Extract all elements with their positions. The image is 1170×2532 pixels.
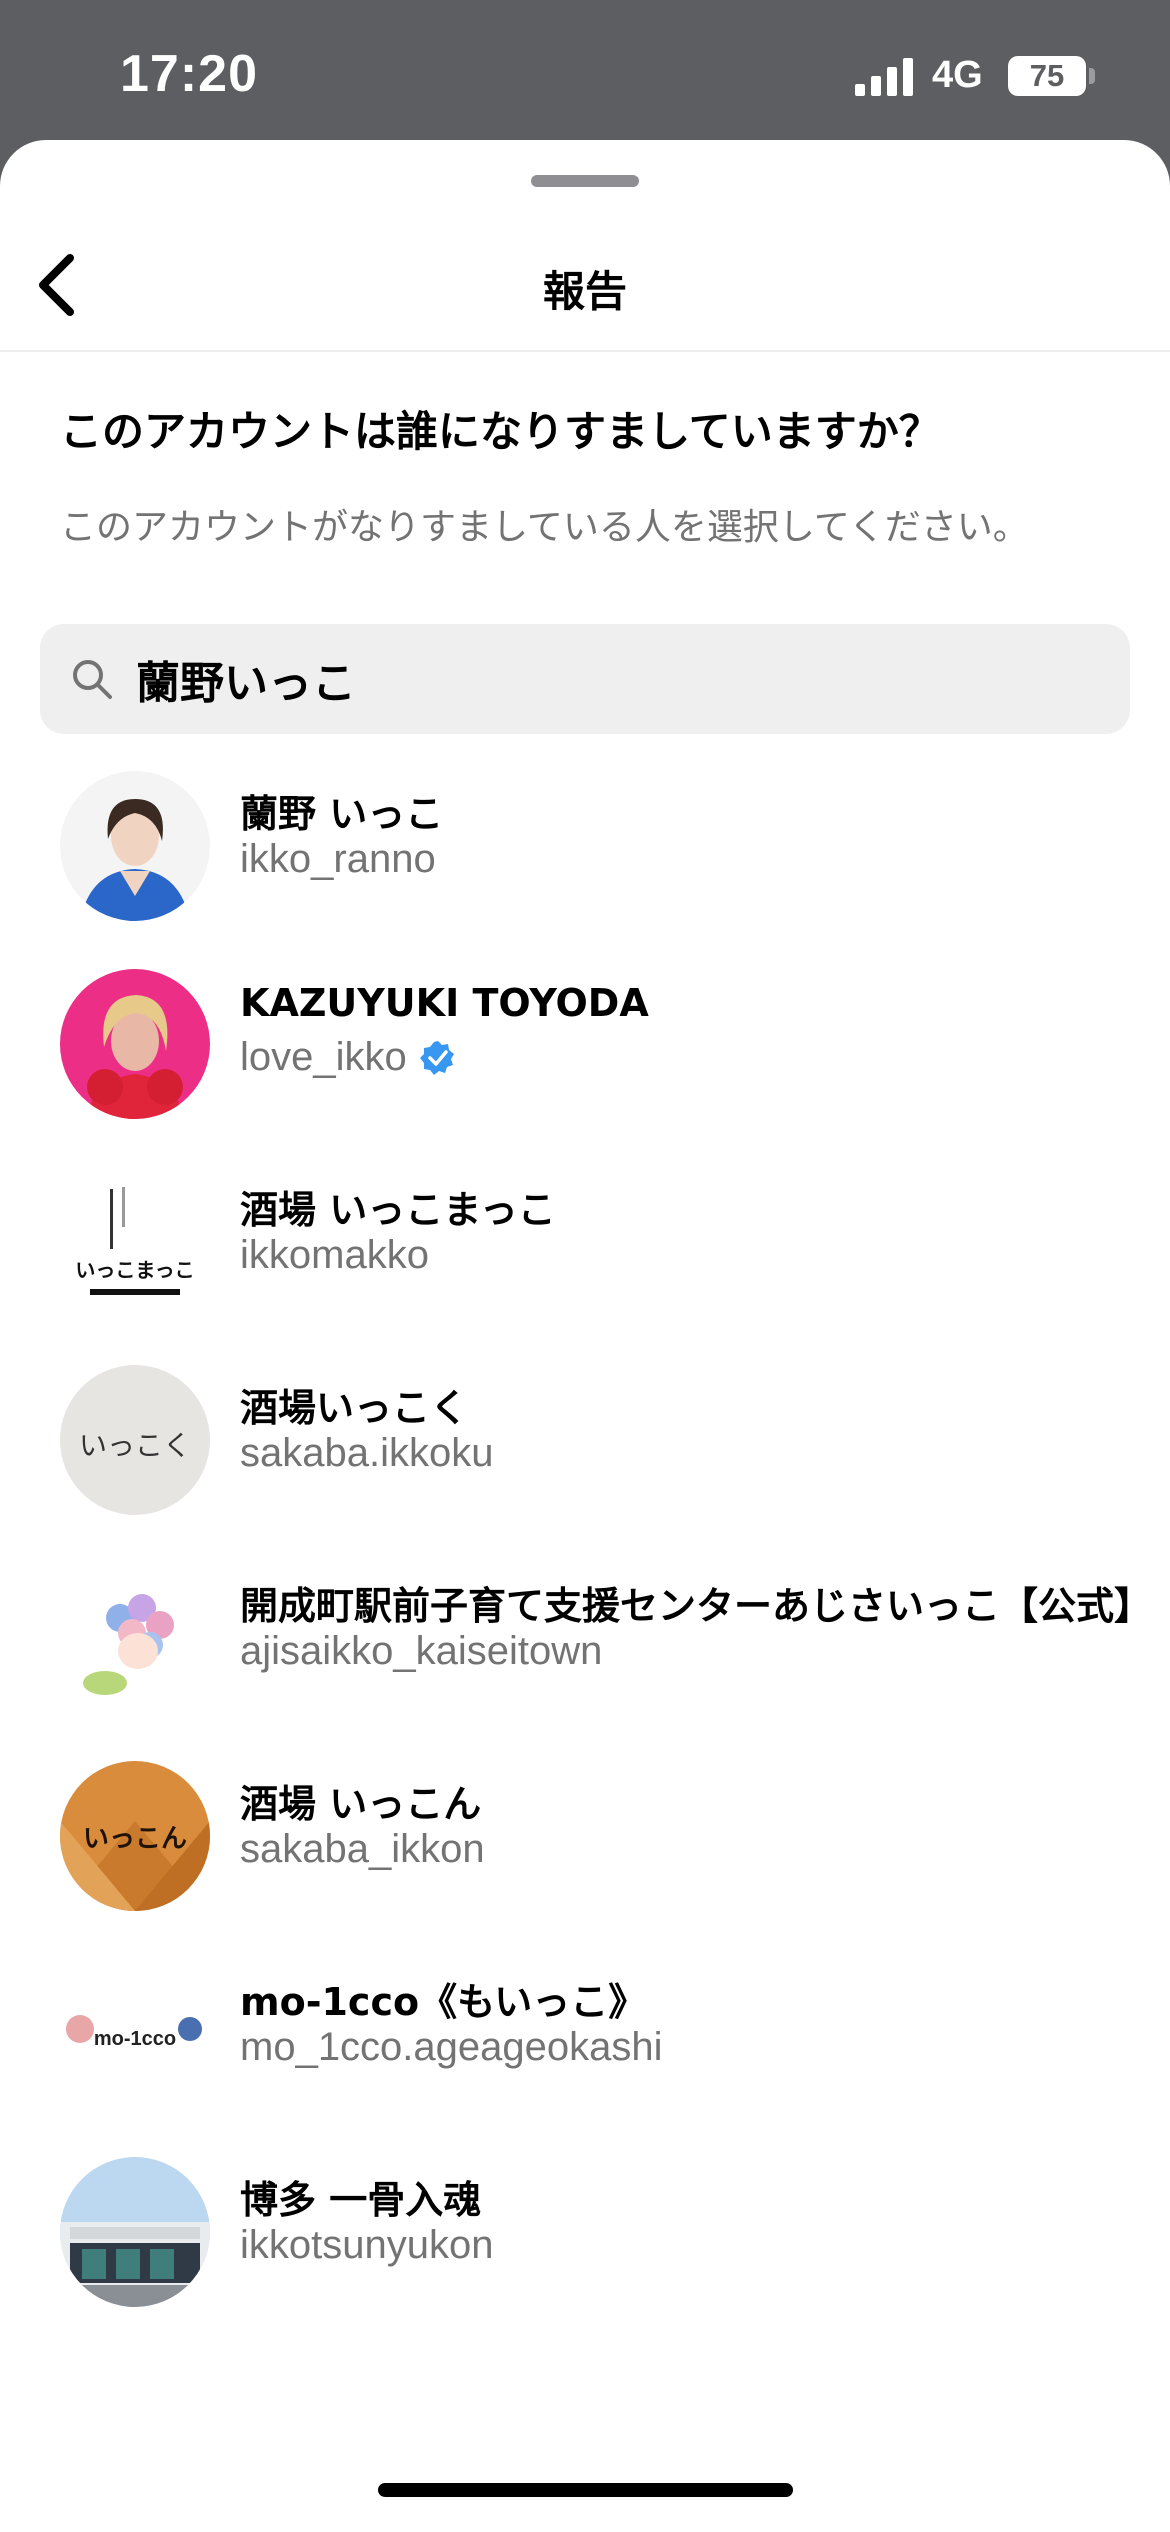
- display-name: 酒場 いっこまっこ: [240, 1188, 556, 1232]
- sheet-grabber[interactable]: [531, 175, 639, 187]
- list-item[interactable]: いっこまっこ 酒場 いっこまっこ ikkomakko: [0, 1167, 1170, 1357]
- display-name: 酒場いっこく: [240, 1386, 469, 1430]
- username: ikkotsunyukon: [240, 2223, 494, 2267]
- display-name: KAZUYUKI TOYODA: [240, 981, 649, 1025]
- avatar: [60, 2157, 210, 2307]
- battery-icon: 75: [1008, 56, 1086, 96]
- avatar: [60, 969, 210, 1119]
- display-name: 蘭野 いっこ: [240, 792, 444, 836]
- list-item[interactable]: いっこく 酒場いっこく sakaba.ikkoku: [0, 1365, 1170, 1555]
- username: mo_1cco.ageageokashi: [240, 2025, 663, 2069]
- signal-icon: [855, 58, 913, 96]
- search-input[interactable]: [136, 642, 1096, 716]
- username: ikko_ranno: [240, 837, 436, 881]
- list-item[interactable]: 開成町駅前子育て支援センターあじさいっこ【公式】 ajisaikko_kaise…: [0, 1563, 1170, 1753]
- instruction-text: このアカウントがなりすましている人を選択してください。: [60, 507, 1029, 548]
- username: love_ikko: [240, 1035, 407, 1079]
- status-time: 17:20: [120, 45, 258, 103]
- display-name: 開成町駅前子育て支援センターあじさいっこ【公式】: [240, 1584, 1153, 1628]
- avatar: [60, 1563, 210, 1713]
- avatar: [60, 771, 210, 921]
- status-bar: 17:20 4G 75: [0, 0, 1170, 145]
- list-item[interactable]: mo-1cco mo-1cco《もいっこ》 mo_1cco.ageageokas…: [0, 1959, 1170, 2149]
- list-item[interactable]: 博多 一骨入魂 ikkotsunyukon: [0, 2157, 1170, 2347]
- avatar: いっこまっこ: [60, 1167, 210, 1317]
- display-name: 酒場 いっこん: [240, 1782, 482, 1826]
- list-item[interactable]: いっこん 酒場 いっこん sakaba_ikkon: [0, 1761, 1170, 1951]
- question-heading: このアカウントは誰になりすましていますか？: [60, 407, 941, 456]
- avatar: いっこん: [60, 1761, 210, 1911]
- username: ajisaikko_kaiseitown: [240, 1629, 603, 1673]
- header-divider: [0, 350, 1170, 352]
- username: sakaba_ikkon: [240, 1827, 485, 1871]
- verified-badge-icon: [419, 1040, 454, 1075]
- network-label: 4G: [932, 54, 983, 96]
- page-title: 報告: [542, 267, 627, 316]
- list-item[interactable]: 蘭野 いっこ ikko_ranno: [0, 771, 1170, 961]
- username: sakaba.ikkoku: [240, 1431, 494, 1475]
- list-item[interactable]: KAZUYUKI TOYODA love_ikko: [0, 969, 1170, 1159]
- avatar-label: いっこまっこ: [75, 1258, 194, 1282]
- search-bar[interactable]: [40, 624, 1130, 734]
- avatar-label: mo-1cco: [94, 2028, 176, 2050]
- home-indicator[interactable]: [378, 2483, 793, 2497]
- display-name: mo-1cco《もいっこ》: [240, 1980, 647, 2024]
- avatar: いっこく: [60, 1365, 210, 1515]
- search-icon: [73, 660, 112, 699]
- avatar-label: いっこく: [79, 1429, 191, 1462]
- avatar-label: いっこん: [83, 1824, 187, 1854]
- battery-tip: [1089, 68, 1095, 84]
- display-name: 博多 一骨入魂: [240, 2178, 482, 2222]
- avatar: mo-1cco: [60, 1959, 210, 2109]
- username: ikkomakko: [240, 1233, 429, 1277]
